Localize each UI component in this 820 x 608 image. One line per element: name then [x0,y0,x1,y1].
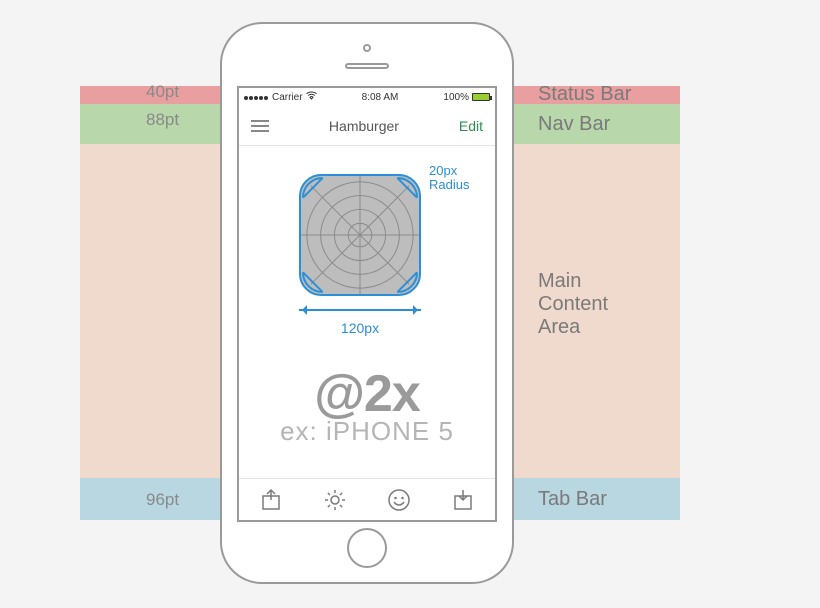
app-icon-template [299,174,421,296]
label-96pt: 96pt [146,490,179,510]
share-icon[interactable] [259,488,283,512]
label-40pt: 40pt [146,82,179,102]
edit-button[interactable]: Edit [459,118,483,134]
scale-label: @2x [239,364,495,424]
hamburger-icon[interactable] [251,117,269,135]
reply-icon[interactable] [451,488,475,512]
clock: 8:08 AM [362,92,399,103]
label-main-area: Main Content Area [538,270,608,339]
battery-icon [472,93,490,101]
main-content-area: 20px Radius 120px @2x ex: iPHONE 5 [239,146,495,478]
nav-title: Hamburger [329,118,399,134]
wifi-icon [306,91,317,103]
screen: Carrier 8:08 AM 100% Hamburger Edit [237,86,497,522]
carrier-label: Carrier [272,92,303,103]
label-status-bar: Status Bar [538,83,631,106]
camera-dot [363,44,371,52]
status-bar: Carrier 8:08 AM 100% [239,88,495,106]
label-tab-bar: Tab Bar [538,488,607,511]
width-label: 120px [299,320,421,336]
gear-icon[interactable] [323,488,347,512]
label-88pt: 88pt [146,110,179,130]
home-button[interactable] [347,528,387,568]
example-device-label: ex: iPHONE 5 [239,416,495,447]
width-dimension: 120px [299,302,421,318]
speaker-slot [345,63,389,69]
radius-label: 20px Radius [429,164,469,193]
battery-pct: 100% [443,92,469,103]
smile-icon[interactable] [387,488,411,512]
tab-bar [239,478,495,520]
label-nav-bar: Nav Bar [538,113,610,136]
iphone-frame: Carrier 8:08 AM 100% Hamburger Edit [220,22,514,584]
nav-bar: Hamburger Edit [239,106,495,146]
signal-dots-icon [244,92,269,103]
